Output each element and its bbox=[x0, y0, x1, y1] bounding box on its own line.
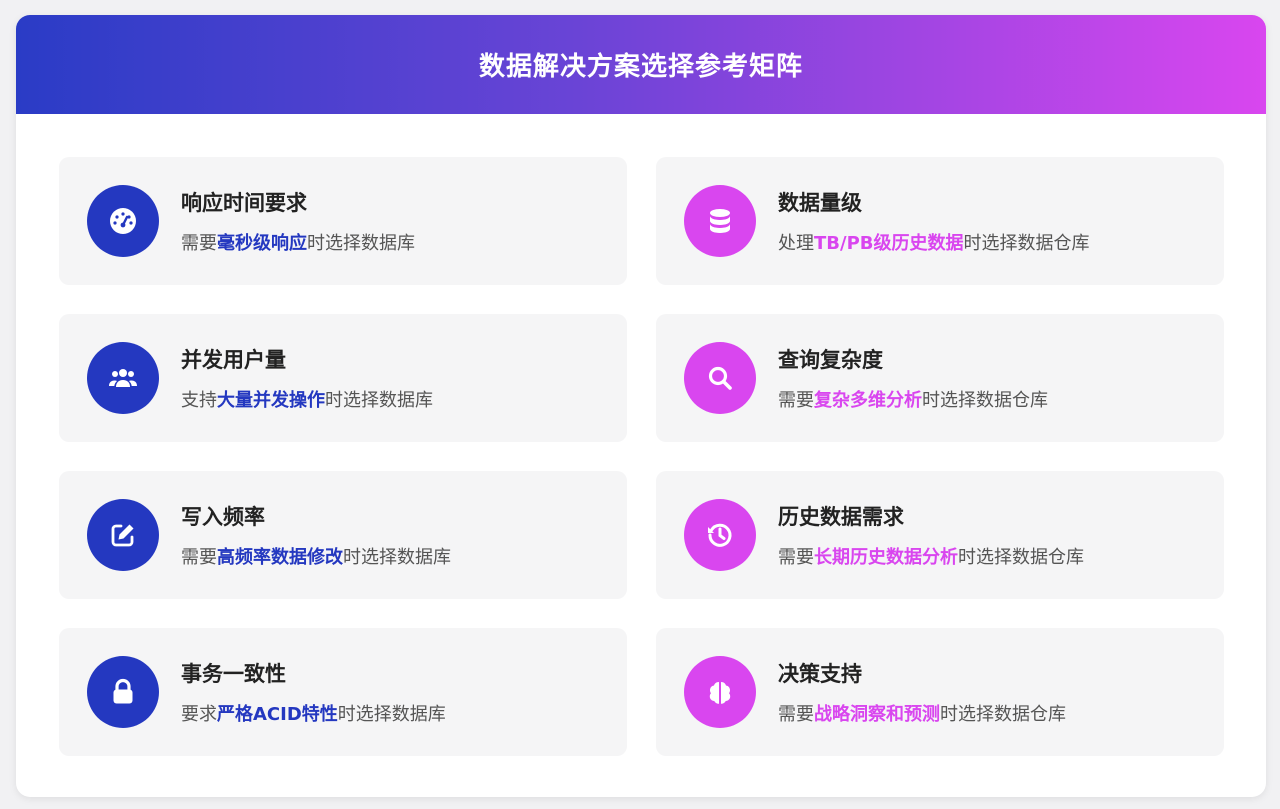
criterion-title: 事务一致性 bbox=[181, 662, 286, 686]
criterion-response-time: 响应时间要求 需要毫秒级响应时选择数据库 bbox=[59, 157, 627, 285]
page-title: 数据解决方案选择参考矩阵 bbox=[478, 52, 803, 82]
criterion-title: 并发用户量 bbox=[181, 348, 286, 372]
brain-icon bbox=[684, 656, 756, 728]
criterion-description: 需要战略洞察和预测时选择数据仓库 bbox=[778, 704, 1066, 725]
criterion-title: 历史数据需求 bbox=[778, 505, 904, 529]
matrix-card: 数据解决方案选择参考矩阵 响应时间要求 需要毫秒级响应时选择数据库 数据量级 处… bbox=[16, 15, 1266, 797]
criterion-description: 需要复杂多维分析时选择数据仓库 bbox=[778, 390, 1048, 411]
database-icon bbox=[684, 185, 756, 257]
lock-icon bbox=[87, 656, 159, 728]
criterion-title: 数据量级 bbox=[778, 191, 862, 215]
criterion-data-volume: 数据量级 处理TB/PB级历史数据时选择数据仓库 bbox=[656, 157, 1224, 285]
search-icon bbox=[684, 342, 756, 414]
criterion-title: 决策支持 bbox=[778, 662, 862, 686]
criterion-title: 响应时间要求 bbox=[181, 191, 307, 215]
criterion-description: 要求严格ACID特性时选择数据库 bbox=[181, 704, 446, 725]
criterion-description: 需要毫秒级响应时选择数据库 bbox=[181, 233, 415, 254]
header-banner: 数据解决方案选择参考矩阵 bbox=[16, 15, 1266, 114]
criterion-transaction-consistency: 事务一致性 要求严格ACID特性时选择数据库 bbox=[59, 628, 627, 756]
criterion-title: 查询复杂度 bbox=[778, 348, 883, 372]
criterion-historical-data: 历史数据需求 需要长期历史数据分析时选择数据仓库 bbox=[656, 471, 1224, 599]
criterion-query-complexity: 查询复杂度 需要复杂多维分析时选择数据仓库 bbox=[656, 314, 1224, 442]
history-icon bbox=[684, 499, 756, 571]
criteria-grid: 响应时间要求 需要毫秒级响应时选择数据库 数据量级 处理TB/PB级历史数据时选… bbox=[59, 157, 1224, 756]
criterion-description: 支持大量并发操作时选择数据库 bbox=[181, 390, 433, 411]
criterion-write-frequency: 写入频率 需要高频率数据修改时选择数据库 bbox=[59, 471, 627, 599]
edit-icon bbox=[87, 499, 159, 571]
criterion-description: 处理TB/PB级历史数据时选择数据仓库 bbox=[778, 233, 1090, 254]
criterion-concurrency: 并发用户量 支持大量并发操作时选择数据库 bbox=[59, 314, 627, 442]
criterion-description: 需要长期历史数据分析时选择数据仓库 bbox=[778, 547, 1084, 568]
criterion-title: 写入频率 bbox=[181, 505, 265, 529]
criterion-description: 需要高频率数据修改时选择数据库 bbox=[181, 547, 451, 568]
users-icon bbox=[87, 342, 159, 414]
gauge-icon bbox=[87, 185, 159, 257]
criterion-decision-support: 决策支持 需要战略洞察和预测时选择数据仓库 bbox=[656, 628, 1224, 756]
